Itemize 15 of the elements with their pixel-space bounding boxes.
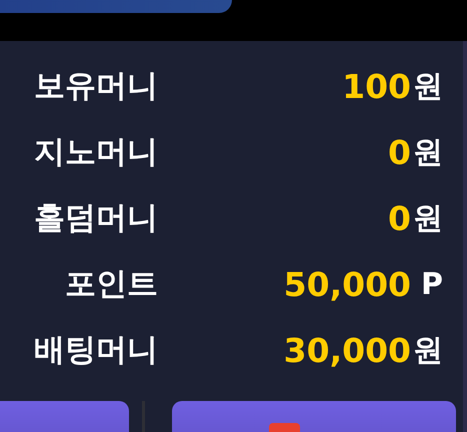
- balance-amount: 100: [342, 66, 411, 106]
- unit-label: 원: [413, 134, 443, 172]
- balance-amount: 50,000: [284, 264, 411, 304]
- unit-label: 원: [413, 332, 443, 370]
- balance-label: 지노머니: [34, 133, 158, 172]
- unit-label: 원: [413, 200, 443, 238]
- balance-label: 보유머니: [34, 67, 158, 106]
- balance-label: 포인트: [65, 265, 158, 304]
- unit-label: 원: [413, 68, 443, 106]
- balance-amount: 0: [388, 132, 411, 172]
- balance-label: 배팅머니: [34, 331, 158, 370]
- balance-amount: 0: [388, 198, 411, 238]
- balance-label: 홀덤머니: [34, 199, 158, 238]
- balance-amount: 30,000: [284, 330, 411, 370]
- unit-label: P: [421, 266, 443, 302]
